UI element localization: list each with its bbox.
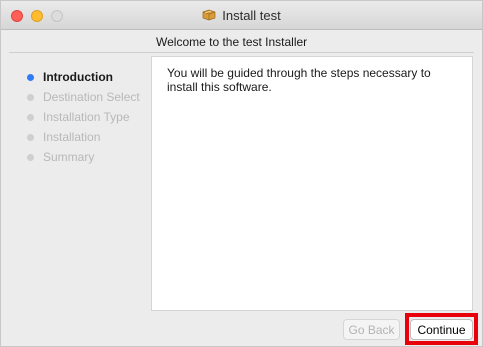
- window-title: Install test: [222, 7, 281, 23]
- step-active-bullet-icon: [27, 73, 34, 81]
- header-divider: [9, 52, 474, 53]
- step-bullet-icon: [27, 133, 34, 141]
- go-back-button[interactable]: Go Back: [343, 319, 400, 340]
- step-label: Installation: [43, 130, 101, 144]
- step-bullet-icon: [27, 113, 34, 121]
- package-icon: [202, 9, 216, 21]
- step-introduction: Introduction: [11, 67, 151, 87]
- step-bullet-icon: [27, 153, 34, 161]
- title-bar: Install test: [1, 1, 482, 30]
- installer-steps-list: Introduction Destination Select Installa…: [11, 67, 151, 167]
- step-summary: Summary: [11, 147, 151, 167]
- step-label: Introduction: [43, 70, 113, 84]
- intro-text: You will be guided through the steps nec…: [167, 66, 431, 94]
- step-installation-type: Installation Type: [11, 107, 151, 127]
- installer-window: Install test Welcome to the test Install…: [0, 0, 483, 347]
- page-subtitle: Welcome to the test Installer: [156, 35, 308, 49]
- step-destination-select: Destination Select: [11, 87, 151, 107]
- step-installation: Installation: [11, 127, 151, 147]
- window-title-group: Install test: [1, 1, 482, 29]
- step-label: Destination Select: [43, 90, 140, 104]
- step-label: Installation Type: [43, 110, 130, 124]
- continue-button[interactable]: Continue: [410, 319, 473, 340]
- content-pane: You will be guided through the steps nec…: [151, 56, 473, 311]
- step-label: Summary: [43, 150, 95, 164]
- step-bullet-icon: [27, 93, 34, 101]
